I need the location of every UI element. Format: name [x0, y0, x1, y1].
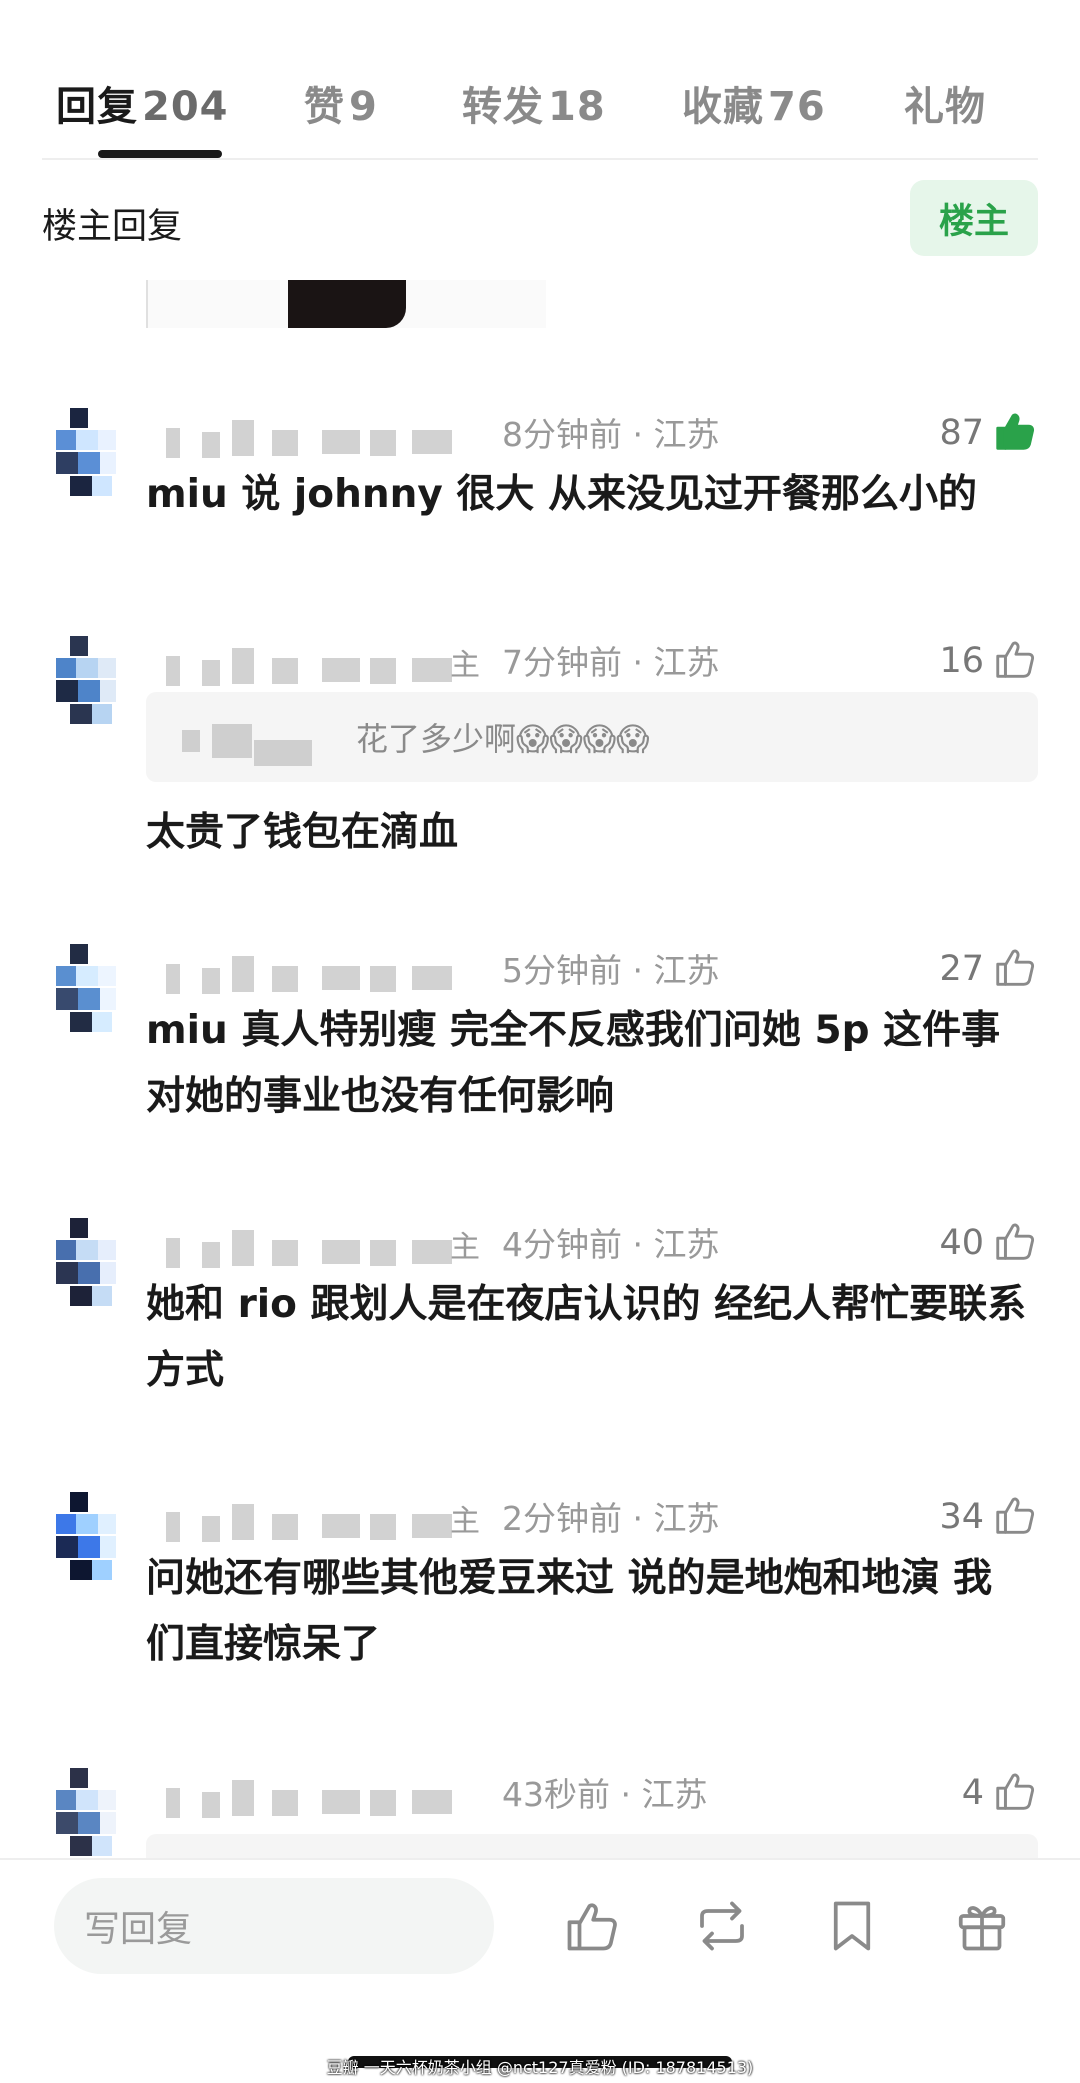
time-location: 43秒前 · 江苏 [502, 1768, 707, 1816]
previous-comment-image[interactable] [146, 280, 546, 328]
tab-bar: 回复 204 赞9 转发 18 收藏 76 礼物 [42, 60, 1038, 160]
time-location: 4分钟前 · 江苏 [502, 1218, 719, 1266]
thumbs-up-filled-icon[interactable] [992, 408, 1038, 458]
comment-meta: 主 2分钟前 · 江苏 34 [162, 1492, 1038, 1552]
tab-favorites[interactable]: 收藏 76 [682, 74, 826, 132]
thumbs-up-icon[interactable] [992, 1768, 1038, 1818]
comment-meta: 8分钟前 · 江苏 87 [162, 408, 1038, 468]
time-location: 7分钟前 · 江苏 [502, 636, 719, 684]
comment-location: 江苏 [653, 415, 720, 454]
like-control[interactable]: 4 [962, 1768, 1038, 1818]
separator-dot: · [610, 1775, 642, 1814]
separator-dot: · [622, 1225, 654, 1264]
tab-replies[interactable]: 回复 204 [56, 74, 229, 132]
like-count: 87 [939, 413, 984, 453]
avatar[interactable] [56, 636, 126, 728]
like-control[interactable]: 27 [939, 944, 1038, 994]
thumbs-up-icon[interactable] [992, 1492, 1038, 1542]
like-control[interactable]: 16 [939, 636, 1038, 686]
filter-row: 楼主回复 楼主 [42, 180, 1038, 260]
like-count: 27 [939, 949, 984, 989]
comment-time: 8分钟前 [502, 415, 622, 454]
time-location: 2分钟前 · 江苏 [502, 1492, 719, 1540]
comment-time: 2分钟前 [502, 1499, 622, 1538]
thumbs-up-icon[interactable] [992, 636, 1038, 686]
like-count: 16 [939, 641, 984, 681]
bottom-action-bar: 写回复 豆瓣 一天六杯奶茶小组 @nct127真爱粉 (ID: 18781451… [0, 1858, 1080, 2083]
comment-text: 问她还有哪些其他爱豆来过 说的是地炮和地演 我们直接惊呆了 [146, 1556, 993, 1667]
comment-text: miu 真人特别瘦 完全不反感我们问她 5p 这件事 对她的事业也没有任何影响 [146, 1008, 1001, 1119]
repost-icon[interactable] [692, 1896, 752, 1956]
comment-location: 江苏 [641, 1775, 708, 1814]
separator-dot: · [622, 951, 654, 990]
comment-time: 5分钟前 [502, 951, 622, 990]
name-tag: 主 [450, 1230, 480, 1265]
like-count: 4 [961, 1773, 984, 1813]
comment-location: 江苏 [653, 1225, 720, 1264]
active-tab-indicator [98, 150, 222, 158]
comment-text: 她和 rio 跟划人是在夜店认识的 经纪人帮忙要联系方式 [146, 1282, 1027, 1393]
comment-text: 太贵了钱包在滴血 [146, 810, 459, 855]
comment-time: 7分钟前 [502, 643, 622, 682]
comment-location: 江苏 [653, 951, 720, 990]
reply-input[interactable]: 写回复 [54, 1878, 494, 1974]
separator-dot: · [622, 643, 654, 682]
avatar[interactable] [56, 1768, 126, 1860]
separator-dot: · [622, 1499, 654, 1538]
name-tag: 主 [450, 1504, 480, 1539]
username-blurred[interactable] [162, 420, 492, 460]
comment-location: 江苏 [653, 1499, 720, 1538]
comment-meta: 主 7分钟前 · 江苏 16 [162, 636, 1038, 696]
like-icon[interactable] [562, 1896, 622, 1956]
like-control[interactable]: 34 [939, 1492, 1038, 1542]
tab-likes[interactable]: 赞9 [304, 74, 378, 132]
quoted-reply[interactable]: 花了多少啊😱😱😱😱 [146, 692, 1038, 782]
comment-meta: 43秒前 · 江苏 4 [162, 1768, 1038, 1828]
comment-time: 4分钟前 [502, 1225, 622, 1264]
gift-icon[interactable] [952, 1896, 1012, 1956]
like-control[interactable]: 40 [939, 1218, 1038, 1268]
username-blurred[interactable] [162, 1780, 492, 1820]
thumbs-up-icon[interactable] [992, 1218, 1038, 1268]
filter-title: 楼主回复 [42, 207, 183, 247]
quoted-reply[interactable] [146, 1834, 1038, 1858]
avatar[interactable] [56, 408, 126, 500]
username-blurred[interactable] [162, 1504, 492, 1544]
comment-text: miu 说 johnny 很大 从来没见过开餐那么小的 [146, 472, 977, 517]
like-count: 34 [939, 1497, 984, 1537]
like-count: 40 [939, 1223, 984, 1263]
username-blurred[interactable] [162, 1230, 492, 1270]
like-control[interactable]: 87 [939, 408, 1038, 458]
tab-gifts[interactable]: 礼物 [904, 74, 990, 132]
quoted-text: 花了多少啊😱😱😱😱 [356, 720, 650, 758]
thumbs-up-icon[interactable] [992, 944, 1038, 994]
tab-reposts[interactable]: 转发 18 [462, 74, 606, 132]
username-blurred[interactable] [162, 956, 492, 996]
avatar[interactable] [56, 944, 126, 1036]
comment-meta: 5分钟前 · 江苏 27 [162, 944, 1038, 1004]
owner-only-button[interactable]: 楼主 [910, 180, 1038, 256]
time-location: 8分钟前 · 江苏 [502, 408, 719, 456]
avatar[interactable] [56, 1492, 126, 1584]
comment-location: 江苏 [653, 643, 720, 682]
quoted-username-blurred [182, 724, 322, 766]
name-tag: 主 [450, 648, 480, 683]
bookmark-icon[interactable] [822, 1896, 882, 1956]
comment-meta: 主 4分钟前 · 江苏 40 [162, 1218, 1038, 1278]
username-blurred[interactable] [162, 648, 492, 688]
comment-time: 43秒前 [502, 1775, 610, 1814]
avatar[interactable] [56, 1218, 126, 1310]
time-location: 5分钟前 · 江苏 [502, 944, 719, 992]
watermark-text: 豆瓣 一天六杯奶茶小组 @nct127真爱粉 (ID: 187814513) [326, 2058, 754, 2077]
separator-dot: · [622, 415, 654, 454]
